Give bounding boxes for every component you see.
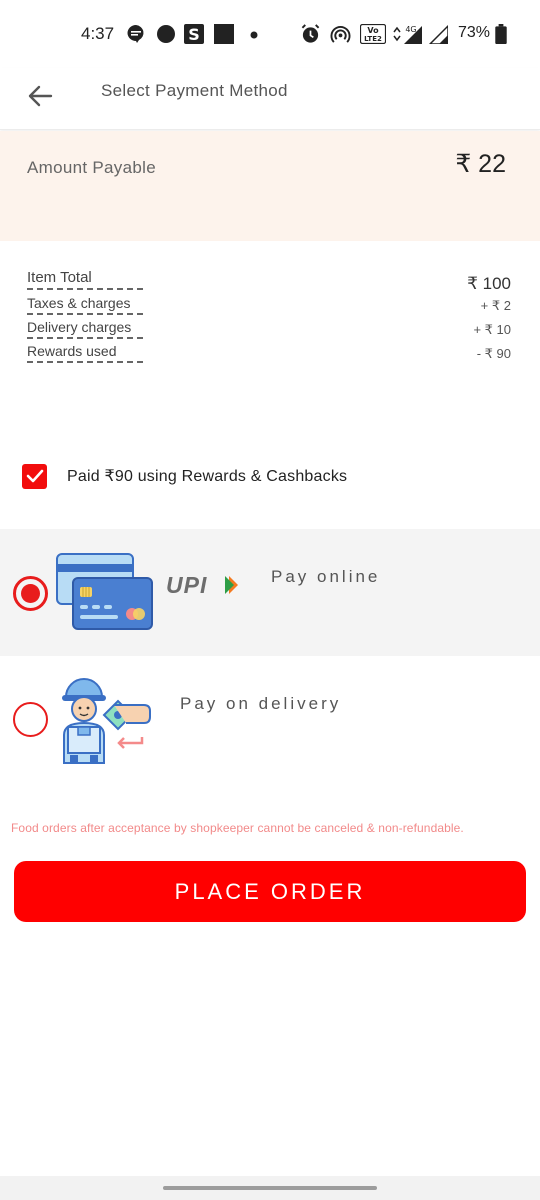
upi-logo-icon: UPI (166, 572, 238, 598)
status-time: 4:37 (81, 24, 115, 43)
pay-online-label: Pay online (271, 567, 381, 586)
upi-logo: UPI (165, 572, 241, 602)
hotspot-icon (330, 26, 351, 43)
delivery-person-icon (62, 678, 151, 764)
signal-icon (428, 24, 448, 44)
amount-payable-label: Amount Payable (27, 158, 156, 177)
amount-payable-section: Amount Payable ₹ 22 (0, 131, 540, 241)
taxes-label: Taxes & charges (27, 294, 143, 315)
volte-icon: Vo LTE2 (360, 24, 386, 44)
taxes-value: + ₹ 2 (480, 298, 511, 313)
svg-text:LTE2: LTE2 (364, 35, 382, 43)
upi-logo-text: UPI (166, 573, 207, 597)
pay-online-option[interactable]: UPI Pay online (0, 529, 540, 656)
delivery-charges-label: Delivery charges (27, 318, 143, 339)
amount-payable-value: ₹ 22 (455, 150, 506, 178)
battery-icon (495, 24, 507, 44)
breakdown-row-taxes: Taxes & charges + ₹ 2 (27, 293, 511, 317)
rewards-checkbox[interactable] (22, 463, 47, 489)
pay-online-radio[interactable] (13, 576, 48, 611)
page-title: Select Payment Method (101, 81, 288, 100)
cancellation-disclaimer: Food orders after acceptance by shopkeep… (11, 821, 464, 835)
delivery-charges-value: + ₹ 10 (473, 322, 511, 337)
app-s-icon: S (184, 24, 204, 44)
battery-percent: 73% (458, 24, 491, 41)
back-button[interactable] (20, 76, 60, 116)
price-breakdown: Item Total ₹ 100 Taxes & charges + ₹ 2 D… (27, 268, 511, 365)
4g-signal-icon: 4G (393, 25, 422, 44)
pay-on-delivery-option[interactable]: Pay on delivery (0, 657, 540, 785)
message-icon (127, 25, 144, 43)
svg-text:Vo: Vo (367, 26, 379, 35)
breakdown-row-item-total: Item Total ₹ 100 (27, 268, 511, 293)
dot-icon (250, 31, 258, 39)
place-order-button[interactable]: PLACE ORDER (14, 861, 526, 922)
rewards-row: Paid ₹90 using Rewards & Cashbacks (22, 462, 347, 490)
svg-text:S: S (188, 25, 200, 44)
nav-handle[interactable] (163, 1186, 377, 1190)
breakdown-row-delivery: Delivery charges + ₹ 10 (27, 317, 511, 341)
breakdown-row-rewards: Rewards used - ₹ 90 (27, 341, 511, 365)
gesture-nav-bar (0, 1176, 540, 1200)
circle-icon (157, 25, 175, 43)
arrow-left-icon (28, 85, 53, 107)
pay-on-delivery-label: Pay on delivery (180, 694, 342, 713)
credit-cards-icon (56, 553, 153, 630)
alarm-icon (301, 24, 320, 43)
item-total-label: Item Total (27, 269, 143, 290)
check-icon (26, 469, 43, 483)
pay-on-delivery-radio[interactable] (13, 702, 48, 737)
rewards-label: Paid ₹90 using Rewards & Cashbacks (67, 468, 348, 485)
rewards-used-value: - ₹ 90 (476, 346, 511, 361)
status-bar: 4:37 S Vo LTE2 4G 73% (0, 0, 540, 68)
radio-selected-dot (21, 584, 40, 603)
app-header: Select Payment Method (0, 68, 540, 130)
rewards-used-label: Rewards used (27, 342, 143, 363)
item-total-value: ₹ 100 (467, 274, 511, 293)
svg-text:4G: 4G (405, 25, 416, 34)
square-icon (214, 24, 234, 44)
